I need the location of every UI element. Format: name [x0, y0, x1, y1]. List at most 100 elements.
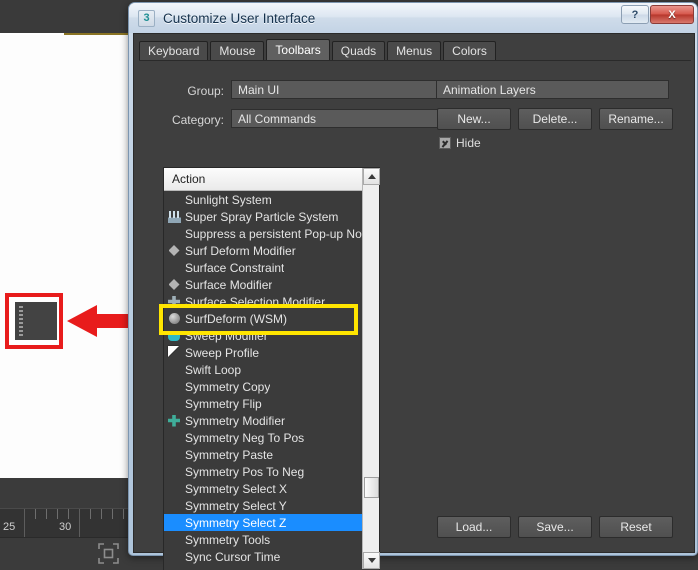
list-item[interactable]: Sync Cursor Time: [164, 548, 379, 565]
none-icon: [166, 465, 182, 479]
none-icon: [166, 363, 182, 377]
hide-checkbox[interactable]: [439, 137, 451, 149]
list-item-label: Sync Cursor Time: [185, 549, 281, 564]
none-icon: [166, 482, 182, 496]
list-item[interactable]: Symmetry Select Z: [164, 514, 379, 531]
none-icon: [166, 499, 182, 513]
list-item-label: Sunlight System: [185, 192, 272, 207]
list-item-label: Surf Deform Modifier: [185, 243, 296, 258]
reset-button[interactable]: Reset: [599, 516, 673, 538]
help-button[interactable]: ?: [621, 5, 649, 24]
rename-button[interactable]: Rename...: [599, 108, 673, 130]
list-item[interactable]: Symmetry Select Y: [164, 497, 379, 514]
new-button[interactable]: New...: [437, 108, 511, 130]
diamond-icon: [166, 244, 182, 258]
dialog-title-bar[interactable]: 3 Customize User Interface ? X: [129, 3, 697, 33]
save-button[interactable]: Save...: [518, 516, 592, 538]
list-item-label: Symmetry Copy: [185, 379, 271, 394]
list-item[interactable]: Suppress a persistent Pop-up Note: [164, 225, 379, 242]
list-item-label: Symmetry Tools: [185, 532, 271, 547]
list-item[interactable]: Sweep Modifier: [164, 327, 379, 344]
tab-menus[interactable]: Menus: [387, 41, 442, 61]
list-item-label: Symmetry Neg To Pos: [185, 430, 305, 445]
category-label: Category:: [171, 113, 224, 127]
tab-toolbars[interactable]: Toolbars: [266, 39, 330, 61]
scrollbar-thumb[interactable]: [364, 477, 379, 498]
scroll-down-button[interactable]: [363, 552, 380, 569]
customize-user-interface-dialog[interactable]: 3 Customize User Interface ? X Keyboard …: [128, 2, 698, 570]
list-item[interactable]: Symmetry Neg To Pos: [164, 429, 379, 446]
tab-bar[interactable]: Keyboard Mouse Toolbars Quads Menus Colo…: [139, 39, 498, 61]
window-controls[interactable]: ? X: [621, 5, 694, 24]
3ds-max-logo-icon: 3: [138, 9, 155, 27]
action-list[interactable]: Action Sunlight System Super Spray Partic…: [163, 167, 380, 570]
list-item-label: Surface Selection Modifier: [185, 294, 326, 309]
tab-keyboard[interactable]: Keyboard: [139, 41, 209, 61]
list-item[interactable]: Surf Deform Modifier: [164, 242, 379, 259]
teal-icon: [166, 329, 182, 343]
load-button[interactable]: Load...: [437, 516, 511, 538]
list-item[interactable]: Symmetry Pos To Neg: [164, 463, 379, 480]
list-item[interactable]: Sunlight System: [164, 191, 379, 208]
list-item[interactable]: Symmetry Copy: [164, 378, 379, 395]
group-dropdown[interactable]: Main UI: [231, 80, 457, 99]
toolbar-dropdown[interactable]: Animation Layers: [436, 80, 669, 99]
list-item-label: Symmetry Pos To Neg: [185, 464, 305, 479]
caret-down-icon: [367, 558, 376, 563]
list-item[interactable]: SurfDeform (WSM): [164, 310, 379, 327]
list-item-label: Surface Constraint: [185, 260, 285, 275]
list-item[interactable]: Swift Loop: [164, 361, 379, 378]
list-item[interactable]: Symmetry Flip: [164, 395, 379, 412]
drag-handle-dots-icon: [19, 306, 23, 337]
list-item-label: Super Spray Particle System: [185, 209, 339, 224]
list-item-label: Suppress a persistent Pop-up Note: [185, 226, 372, 241]
none-icon: [166, 193, 182, 207]
list-item-label: Symmetry Flip: [185, 396, 262, 411]
none-icon: [166, 431, 182, 445]
list-item[interactable]: Symmetry Modifier: [164, 412, 379, 429]
tab-mouse[interactable]: Mouse: [210, 41, 265, 61]
none-icon: [166, 550, 182, 564]
hide-label: Hide: [456, 136, 481, 150]
none-icon: [166, 227, 182, 241]
list-item-label: Sweep Modifier: [185, 328, 268, 343]
sphere-icon: [166, 312, 182, 326]
hide-checkbox-row[interactable]: Hide: [439, 136, 481, 150]
delete-button[interactable]: Delete...: [518, 108, 592, 130]
select-object-icon[interactable]: [98, 543, 119, 564]
scroll-up-button[interactable]: [363, 168, 380, 185]
list-scrollbar[interactable]: [362, 168, 380, 569]
list-item[interactable]: Symmetry Select X: [164, 480, 379, 497]
tab-quads[interactable]: Quads: [331, 41, 386, 61]
ruler-label: 25: [3, 521, 16, 533]
list-item[interactable]: Super Spray Particle System: [164, 208, 379, 225]
category-dropdown[interactable]: All Commands: [231, 109, 457, 128]
none-icon: [166, 448, 182, 462]
list-item-label: Sweep Profile: [185, 345, 260, 360]
close-button[interactable]: X: [650, 5, 694, 24]
tab-colors[interactable]: Colors: [443, 41, 496, 61]
highlighted-toolbar-button[interactable]: [15, 302, 57, 340]
list-item-label: SurfDeform (WSM): [185, 311, 287, 326]
list-item[interactable]: Surface Selection Modifier: [164, 293, 379, 310]
ruler-label: 30: [59, 521, 72, 533]
action-list-body[interactable]: Sunlight System Super Spray Particle Syst…: [164, 191, 379, 570]
none-icon: [166, 261, 182, 275]
none-icon: [166, 533, 182, 547]
list-item[interactable]: Surface Constraint: [164, 259, 379, 276]
none-icon: [166, 397, 182, 411]
list-item[interactable]: Surface Modifier: [164, 276, 379, 293]
list-item-label: Surface Modifier: [185, 277, 273, 292]
action-column-header: Action: [164, 168, 379, 191]
red-highlight-box: [5, 293, 63, 349]
list-item-label: Symmetry Select Z: [185, 515, 287, 530]
list-item[interactable]: Sweep Profile: [164, 344, 379, 361]
none-icon: [166, 380, 182, 394]
group-label: Group:: [187, 84, 224, 98]
list-item[interactable]: Symmetry Paste: [164, 446, 379, 463]
list-item[interactable]: Symmetry Tools: [164, 531, 379, 548]
list-item-label: Symmetry Select Y: [185, 498, 287, 513]
caret-up-icon: [367, 174, 376, 179]
tab-separator: [139, 60, 691, 61]
list-item-label: Swift Loop: [185, 362, 242, 377]
